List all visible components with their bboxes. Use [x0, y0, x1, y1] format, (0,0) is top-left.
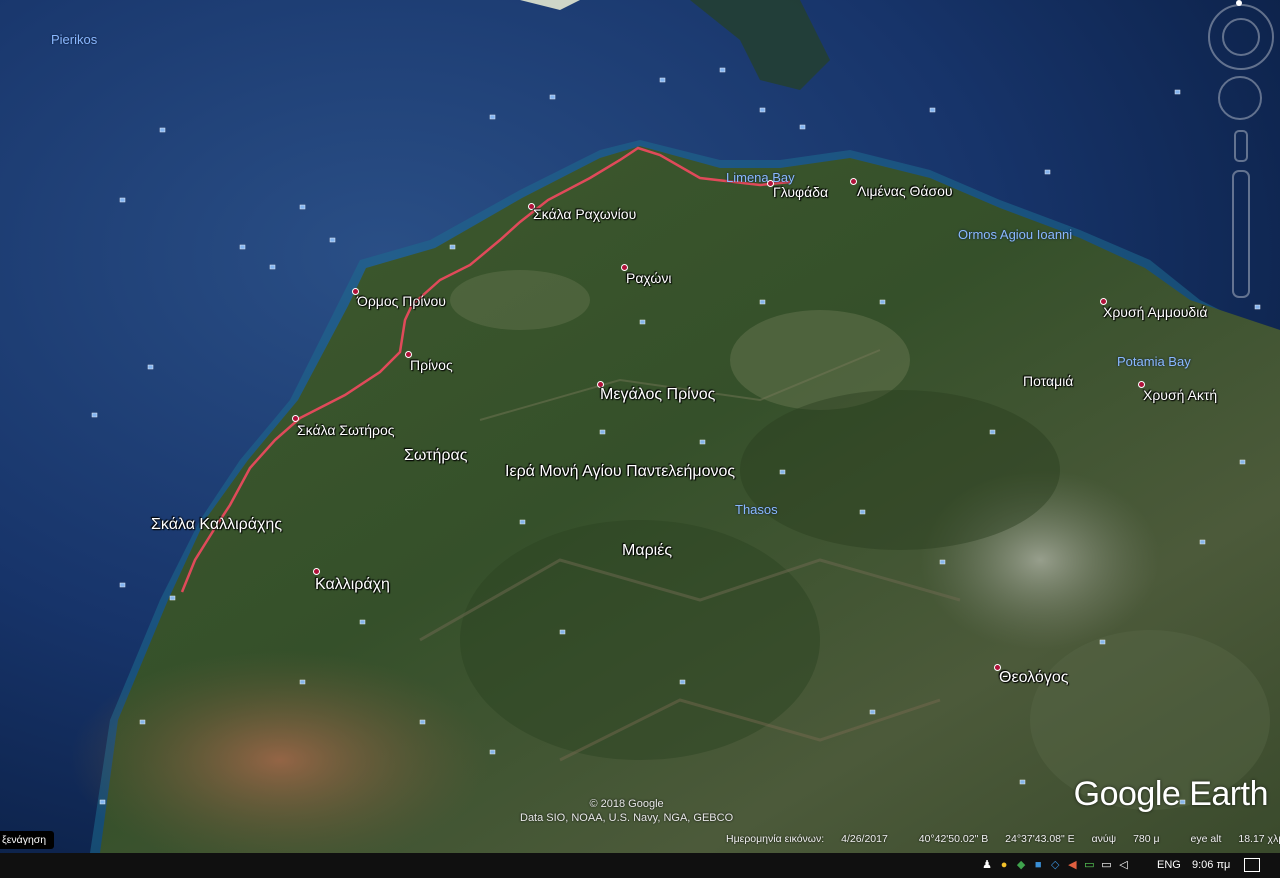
- label-ormos-prinou[interactable]: Όρμος Πρίνου: [357, 293, 446, 309]
- clock[interactable]: 9:06 πμ: [1192, 859, 1230, 871]
- elevation-label: ανύψ: [1091, 833, 1117, 845]
- label-kallirachi[interactable]: Καλλιράχη: [315, 576, 390, 594]
- taskbar: ♟ ● ◆ ■ ◇ ◀ ▭ ▭ ◁ ENG 9:06 πμ: [0, 853, 1280, 878]
- people-icon[interactable]: ♟: [980, 858, 994, 872]
- status-bar: Ημερομηνία εικόνων: 4/26/2017 40°42'50.0…: [726, 833, 1280, 845]
- label-potamia-bay[interactable]: Potamia Bay: [1117, 354, 1191, 369]
- label-theologos[interactable]: Θεολόγος: [999, 669, 1068, 687]
- label-chrysi-akti[interactable]: Χρυσή Ακτή: [1143, 387, 1217, 403]
- attribution: © 2018 Google Data SIO, NOAA, U.S. Navy,…: [520, 797, 733, 825]
- notifications-icon[interactable]: [1244, 858, 1260, 872]
- eye-alt: 18.17 χλμ: [1238, 833, 1280, 845]
- label-skala-kallirachis[interactable]: Σκάλα Καλλιράχης: [151, 516, 282, 534]
- terrain-imagery: [0, 0, 1280, 853]
- dropbox-icon[interactable]: ◇: [1048, 858, 1062, 872]
- label-glyfada[interactable]: Γλυφάδα: [773, 184, 828, 200]
- label-potamia[interactable]: Ποταμιά: [1023, 373, 1073, 389]
- street-view-icon[interactable]: [1234, 130, 1248, 162]
- compass-ring[interactable]: [1222, 18, 1260, 56]
- label-thasos[interactable]: Thasos: [735, 502, 778, 517]
- app-icon[interactable]: ■: [1031, 858, 1045, 872]
- label-limenas-thasou[interactable]: Λιμένας Θάσου: [857, 183, 953, 199]
- north-icon[interactable]: [1236, 0, 1242, 6]
- imagery-date: 4/26/2017: [841, 833, 888, 845]
- shield-icon[interactable]: ◆: [1014, 858, 1028, 872]
- navigation-controls: [1206, 0, 1276, 300]
- network-icon[interactable]: ▭: [1099, 858, 1113, 872]
- latitude: 40°42'50.02" Β: [918, 833, 989, 845]
- label-iera-moni[interactable]: Ιερά Μονή Αγίου Παντελεήμονος: [505, 463, 735, 481]
- label-rachoni[interactable]: Ραχώνι: [626, 270, 671, 286]
- move-joystick[interactable]: [1218, 76, 1262, 120]
- label-skala-sotiros[interactable]: Σκάλα Σωτήρος: [297, 422, 395, 438]
- chrome-icon[interactable]: ●: [997, 858, 1011, 872]
- pin-kallirachi[interactable]: [313, 568, 320, 575]
- label-ormos-agiou-ioanni[interactable]: Ormos Agiou Ioanni: [958, 227, 1072, 242]
- elevation: 780 μ: [1133, 833, 1160, 845]
- label-megalos-prinos[interactable]: Μεγάλος Πρίνος: [600, 386, 715, 404]
- map-viewport[interactable]: Pierikos Limena Bay Ormos Agiou Ioanni P…: [0, 0, 1280, 853]
- tour-button[interactable]: ξενάγηση: [0, 831, 55, 849]
- pin-skala-sotiros[interactable]: [292, 415, 299, 422]
- copyright-text: © 2018 Google: [589, 798, 664, 810]
- label-chrysi-ammoudia[interactable]: Χρυσή Αμμουδιά: [1103, 304, 1207, 320]
- eye-alt-label: eye alt: [1190, 833, 1222, 845]
- pin-limenas[interactable]: [850, 178, 857, 185]
- label-skala-rachoniou[interactable]: Σκάλα Ραχωνίου: [533, 206, 636, 222]
- google-earth-logo: Google Earth: [1073, 775, 1269, 813]
- imagery-date-label: Ημερομηνία εικόνων:: [726, 833, 825, 845]
- speaker-icon[interactable]: ◀: [1065, 858, 1079, 872]
- label-limena-bay[interactable]: Limena Bay: [726, 170, 795, 185]
- data-sources-text: Data SIO, NOAA, U.S. Navy, NGA, GEBCO: [520, 812, 734, 824]
- language-indicator[interactable]: ENG: [1157, 859, 1181, 871]
- label-sotiras[interactable]: Σωτήρας: [404, 447, 467, 465]
- label-prinos[interactable]: Πρίνος: [410, 357, 453, 373]
- battery-icon[interactable]: ▭: [1082, 858, 1096, 872]
- longitude: 24°37'43.08" Ε: [1005, 833, 1075, 845]
- label-pierikos[interactable]: Pierikos: [51, 32, 97, 47]
- volume-icon[interactable]: ◁: [1117, 858, 1131, 872]
- label-maries[interactable]: Μαριές: [622, 542, 672, 560]
- system-tray: ♟ ● ◆ ■ ◇ ◀ ▭ ▭ ◁: [980, 858, 1131, 873]
- zoom-slider[interactable]: [1232, 170, 1250, 298]
